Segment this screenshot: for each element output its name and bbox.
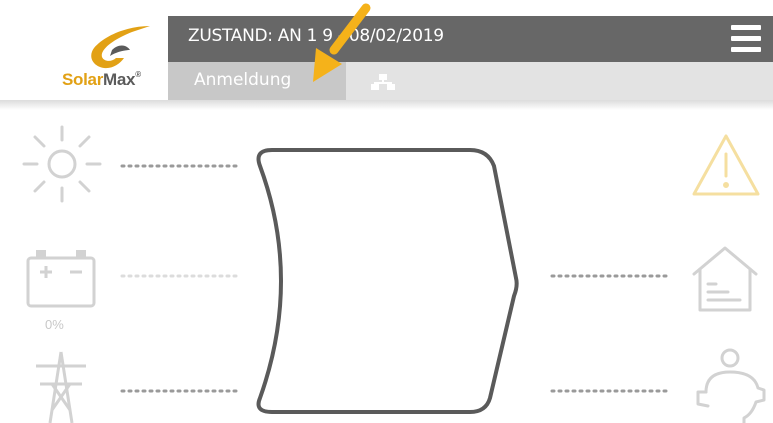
inverter-shape[interactable] (256, 148, 519, 414)
grid-pylon-icon[interactable] (36, 351, 86, 423)
sun-icon[interactable] (22, 125, 102, 203)
energy-flow-diagram (22, 125, 766, 423)
battery-percent: 0% (45, 317, 64, 332)
warning-icon[interactable] (692, 134, 760, 196)
piggy-bank-icon[interactable] (696, 348, 766, 423)
house-icon[interactable] (692, 246, 758, 312)
battery-icon[interactable] (26, 250, 96, 308)
